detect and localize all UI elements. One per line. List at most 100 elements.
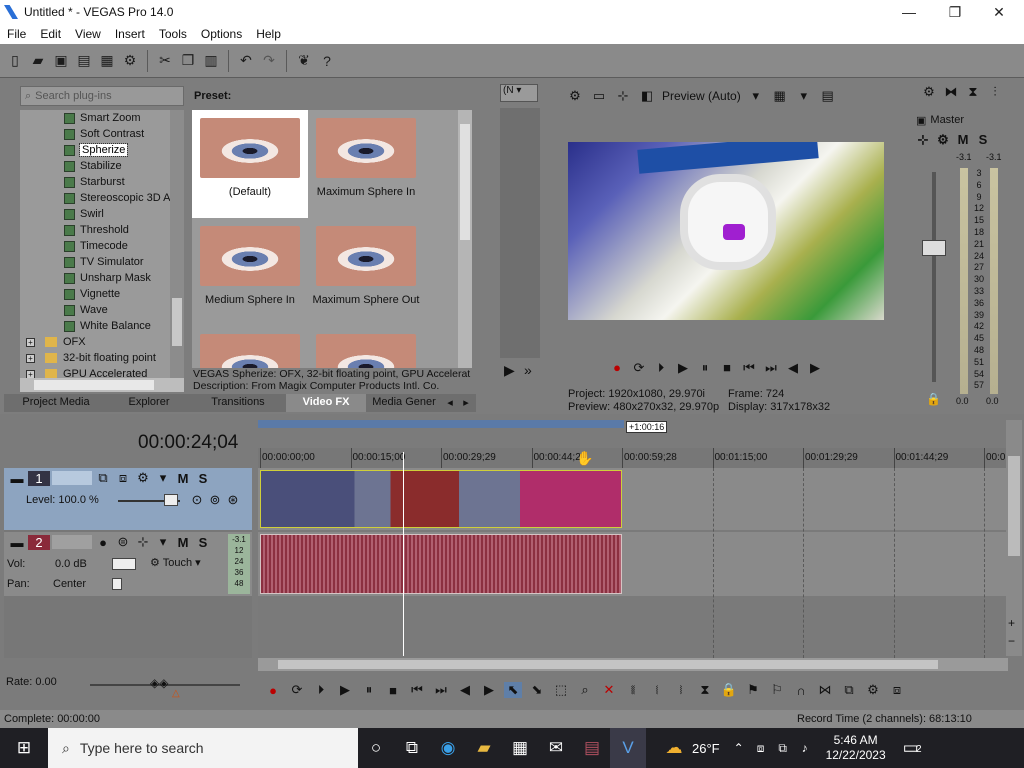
previous-frame-icon[interactable]: ◀ (456, 682, 474, 698)
loop-region-bar[interactable] (258, 420, 624, 428)
plugin-tree-item[interactable]: TV Simulator (20, 254, 170, 270)
timeline-horizontal-scrollbar[interactable] (258, 658, 1008, 671)
video-mute-button[interactable]: M (174, 471, 192, 486)
compositing-icon[interactable]: ⧈ (114, 470, 132, 486)
preset-maximum-sphere-in[interactable]: Maximum Sphere In (308, 110, 424, 218)
arm-record-icon[interactable]: ● (94, 535, 112, 550)
plugin-tree-item[interactable]: Starburst (20, 174, 170, 190)
plugin-tree-item[interactable]: Vignette (20, 286, 170, 302)
video-track-header[interactable]: ▬ 1 ⧉ ⧈ ⚙ ▾ M S Level: 100.0 % ⊙ ⊚ ⊛ (4, 468, 252, 530)
loop-playback-icon[interactable]: ⟳ (288, 682, 306, 698)
plugin-tree-item[interactable]: Soft Contrast (20, 126, 170, 142)
vegas-taskbar-icon[interactable]: V (610, 728, 646, 768)
stop-icon[interactable]: ■ (718, 360, 736, 376)
expand-plus-icon[interactable]: + (26, 369, 35, 378)
plugin-tree-item[interactable]: Smart Zoom (20, 110, 170, 126)
tray-device-icon[interactable]: ⧉ (772, 728, 794, 768)
preset-partial[interactable] (308, 326, 424, 368)
tray-speaker-icon[interactable]: ♪ (794, 728, 816, 768)
next-frame-icon[interactable]: ▶ (806, 360, 824, 376)
tab-media-generators[interactable]: Media Gener (366, 394, 442, 412)
tab-transitions[interactable]: Transitions (190, 394, 286, 412)
ignore-grouping-icon[interactable]: ⧈ (888, 682, 906, 698)
next-frame-icon[interactable]: ▶ (480, 682, 498, 698)
go-to-start-icon[interactable]: ⏮ (740, 360, 758, 376)
minimize-button[interactable]: — (886, 0, 932, 24)
play-from-start-icon[interactable]: ⏵ (652, 360, 670, 376)
properties-gear-icon[interactable]: ⚙ (121, 52, 139, 70)
audio-solo-button[interactable]: S (194, 535, 212, 550)
save-icon[interactable]: ▣ (52, 52, 70, 70)
tab-explorer[interactable]: Explorer (108, 394, 190, 412)
search-plugins-input[interactable]: ⌕ Search plug-ins (20, 86, 184, 106)
play-icon[interactable]: ▶ (674, 360, 692, 376)
timeline-ruler[interactable]: 00:00:00;00 00:00:15;00 00:00:29;29 00:00:4… (258, 448, 1008, 468)
parent-motion-icon[interactable]: ⊛ (224, 492, 242, 508)
master-io-icon[interactable]: ⊹ (914, 132, 932, 148)
cut-icon[interactable]: ✂ (156, 52, 174, 70)
tabs-right-arrow-icon[interactable]: ▸ (458, 394, 474, 412)
preset-default[interactable]: (Default) (192, 110, 308, 218)
go-to-end-icon[interactable]: ⏭ (762, 360, 780, 376)
windows-start-icon[interactable]: ⊞ (0, 728, 48, 768)
store-icon[interactable]: ▦ (502, 728, 538, 768)
pan-slider-handle[interactable] (112, 578, 122, 590)
trim-end-icon[interactable]: ⧘ (672, 682, 690, 698)
preview-settings-gear-icon[interactable]: ⚙ (566, 88, 584, 104)
plugin-tree-item[interactable]: Stereoscopic 3D A (20, 190, 170, 206)
automation-mode-dropdown[interactable]: ⚙ Touch ▾ (150, 556, 201, 569)
master-lock-icon[interactable]: 🔒 (926, 392, 941, 406)
record-icon[interactable]: ● (608, 360, 626, 376)
collapse-track-icon[interactable]: ▬ (8, 535, 26, 550)
envelope-tool-icon[interactable]: ⬊ (528, 682, 546, 698)
snapping-icon[interactable]: ∩ (792, 683, 810, 698)
preview-quality-icon[interactable]: ◧ (638, 88, 656, 104)
insert-region-icon[interactable]: ⚐ (768, 682, 786, 698)
tree-vertical-scrollbar[interactable] (170, 110, 184, 378)
winrar-icon[interactable]: ▤ (574, 728, 610, 768)
trimmer-play-icon[interactable]: ▶ (504, 362, 515, 379)
go-to-end-icon[interactable]: ⏭ (432, 682, 450, 698)
go-to-start-icon[interactable]: ⏮ (408, 682, 426, 698)
pause-icon[interactable]: ⏸ (696, 360, 714, 376)
volume-slider-handle[interactable] (112, 558, 136, 570)
playhead-cursor[interactable] (403, 452, 404, 656)
copy-icon[interactable]: ❐ (179, 52, 197, 70)
lock-icon[interactable]: 🔒 (720, 682, 738, 698)
preset-medium-sphere-in[interactable]: Medium Sphere In (192, 218, 308, 326)
plugin-tree-item[interactable]: + OFX (20, 334, 170, 350)
menu-insert[interactable]: Insert (108, 27, 152, 41)
track-motion-icon[interactable]: ⧉ (94, 470, 112, 486)
taskbar-clock[interactable]: 5:46 AM 12/22/2023 (816, 733, 896, 763)
paste-icon[interactable]: ▥ (202, 52, 220, 70)
zoom-tool-icon[interactable]: ⌕ (576, 682, 594, 698)
delete-icon[interactable]: ✕ (600, 682, 618, 698)
menu-edit[interactable]: Edit (33, 27, 68, 41)
stop-icon[interactable]: ■ (384, 683, 402, 698)
master-solo-button[interactable]: S (974, 132, 992, 148)
preset-vertical-scrollbar[interactable] (458, 110, 472, 368)
split-screen-icon[interactable]: ⊹ (614, 88, 632, 104)
trimmer-area[interactable] (500, 108, 540, 358)
plugin-tree-item[interactable]: Spherize (20, 142, 170, 158)
vertical-scroll-thumb[interactable] (1008, 456, 1020, 556)
tabs-left-arrow-icon[interactable]: ◂ (442, 394, 458, 412)
tray-chevron-up-icon[interactable]: ⌃ (728, 728, 750, 768)
downmix-icon[interactable]: ⧓ (942, 84, 960, 100)
redo-icon[interactable]: ↷ (260, 52, 278, 70)
track-io-icon[interactable]: ⊹ (134, 534, 152, 550)
menu-options[interactable]: Options (194, 27, 249, 41)
mixer-icon[interactable]: ⫶ (986, 84, 1004, 100)
tree-horizontal-scrollbar[interactable] (20, 378, 184, 392)
master-mute-button[interactable]: M (954, 132, 972, 148)
menu-file[interactable]: File (0, 27, 33, 41)
menu-help[interactable]: Help (249, 27, 288, 41)
track-name-field[interactable] (52, 535, 92, 549)
help-icon[interactable]: ? (318, 52, 336, 70)
chevron-down-icon[interactable]: ▾ (747, 88, 765, 104)
plugin-tree-item[interactable]: Swirl (20, 206, 170, 222)
cortana-icon[interactable]: ○ (358, 728, 394, 768)
close-button[interactable]: ✕ (976, 0, 1022, 24)
menu-view[interactable]: View (68, 27, 108, 41)
plugin-tree-item[interactable]: Stabilize (20, 158, 170, 174)
